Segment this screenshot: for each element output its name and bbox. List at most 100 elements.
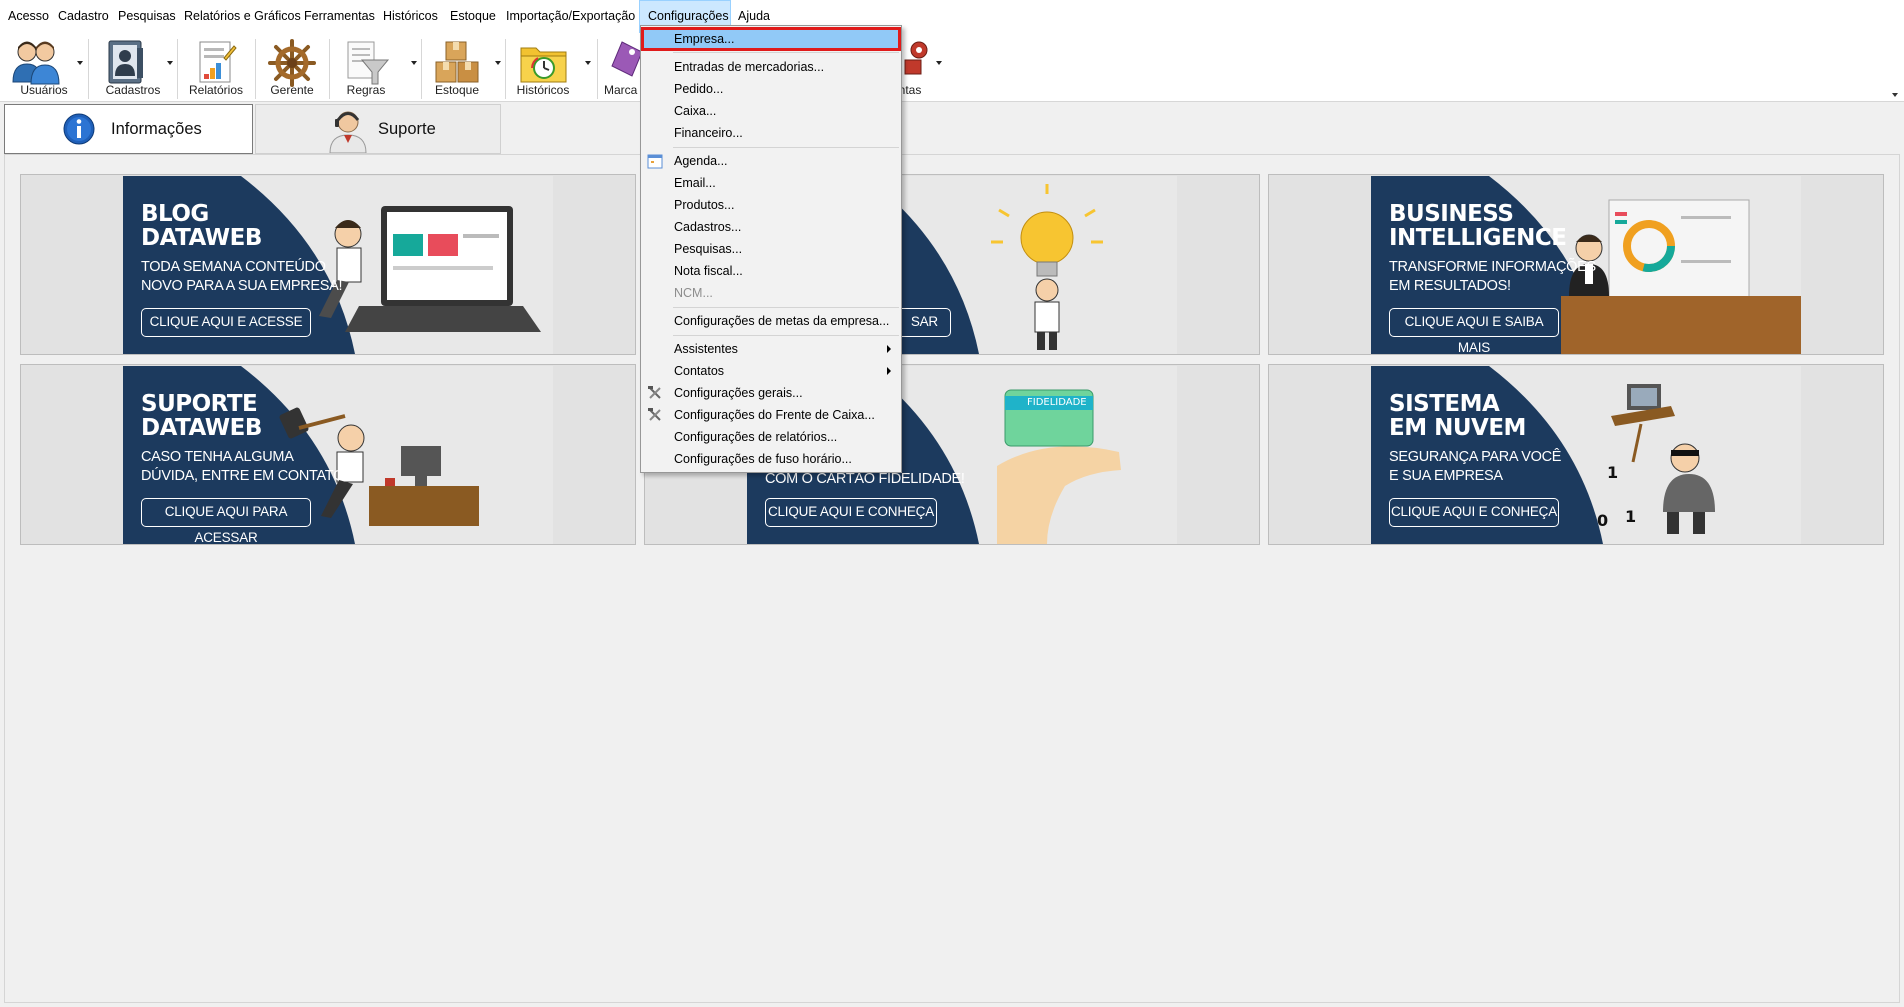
submenu-arrow-icon xyxy=(887,367,891,375)
menuitem-configuracoes-de-relatorios[interactable]: Configurações de relatórios... xyxy=(642,426,900,448)
marcas-label: Marca xyxy=(604,83,638,97)
dropdown-arrow-icon[interactable] xyxy=(411,61,417,65)
calendar-icon xyxy=(647,153,663,169)
menuitem-cadastros[interactable]: Cadastros... xyxy=(642,216,900,238)
toolbar: Usuários Cadastros Relatórios Gerente Re… xyxy=(0,33,1904,102)
menu-acesso[interactable]: Acesso xyxy=(0,0,57,33)
menuitem-assistentes[interactable]: Assistentes xyxy=(642,338,900,360)
toolbar-overflow-icon[interactable] xyxy=(1892,93,1898,97)
fidelidade-card-label: FIDELIDADE xyxy=(1027,397,1087,408)
banner-sistema-em-nuvem[interactable]: 1 0 1 SISTEMA EM NUVEM SEGURANÇA PARA VO… xyxy=(1268,364,1884,545)
menuitem-email[interactable]: Email... xyxy=(642,172,900,194)
menu-cadastro[interactable]: Cadastro xyxy=(50,0,117,33)
menuitem-configuracoes-gerais[interactable]: Configurações gerais... xyxy=(642,382,900,404)
banner-suporte-subtitle2: DÚVIDA, ENTRE EM CONTATO! xyxy=(141,468,348,484)
tab-informacoes[interactable]: Informações xyxy=(4,104,253,154)
banner-nuvem-button[interactable]: CLIQUE AQUI E CONHEÇA xyxy=(1389,498,1559,527)
menuitem-pesquisas[interactable]: Pesquisas... xyxy=(642,238,900,260)
tab-suporte-label: Suporte xyxy=(378,120,436,138)
banner-bi-button[interactable]: CLIQUE AQUI E SAIBA MAIS xyxy=(1389,308,1559,354)
banner-fidelidade-button[interactable]: CLIQUE AQUI E CONHEÇA xyxy=(765,498,937,527)
menuitem-configuracoes-de-fuso-horario[interactable]: Configurações de fuso horário... xyxy=(642,448,900,470)
banner-blog-art: BLOG DATAWEB TODA SEMANA CONTEÚDO NOVO P… xyxy=(123,176,553,354)
banner-blog-title2: DATAWEB xyxy=(141,225,262,251)
configuracoes-dropdown: Empresa... Entradas de mercadorias... Pe… xyxy=(640,25,902,473)
svg-text:0: 0 xyxy=(1597,511,1608,530)
cadastros-button[interactable]: Cadastros xyxy=(90,35,176,99)
dropdown-arrow-icon[interactable] xyxy=(495,61,501,65)
tab-suporte[interactable]: Suporte xyxy=(255,104,501,154)
menu-bar: Acesso Cadastro Pesquisas Relatórios e G… xyxy=(0,0,1904,33)
dropdown-arrow-icon[interactable] xyxy=(167,61,173,65)
gerente-label: Gerente xyxy=(270,83,314,97)
banner-suporte-art: SUPORTE DATAWEB CASO TENHA ALGUMA DÚVIDA… xyxy=(123,366,553,544)
usuarios-button[interactable]: Usuários xyxy=(2,35,86,99)
menu-separator xyxy=(673,307,899,308)
menuitem-contatos-label: Contatos xyxy=(674,364,725,378)
menu-ferramentas[interactable]: Ferramentas xyxy=(296,0,383,33)
menuitem-configuracoes-de-metas[interactable]: Configurações de metas da empresa... xyxy=(642,310,900,332)
banner-blog-subtitle2: NOVO PARA A SUA EMPRESA! xyxy=(141,278,343,294)
dropdown-arrow-icon[interactable] xyxy=(936,61,942,65)
banner-bi-title1: BUSINESS xyxy=(1389,201,1514,227)
banner-blog-title1: BLOG xyxy=(141,201,209,227)
menuitem-agenda[interactable]: Agenda... xyxy=(642,150,900,172)
banner-blog-button[interactable]: CLIQUE AQUI E ACESSE xyxy=(141,308,311,337)
relatorios-button[interactable]: Relatórios xyxy=(178,35,254,99)
menu-historicos[interactable]: Históricos xyxy=(375,0,446,33)
menuitem-nota-fiscal[interactable]: Nota fiscal... xyxy=(642,260,900,282)
info-icon xyxy=(63,113,95,148)
banner-suporte-title1: SUPORTE xyxy=(141,391,258,417)
menuitem-configuracoes-frente-de-caixa[interactable]: Configurações do Frente de Caixa... xyxy=(642,404,900,426)
menu-pesquisas[interactable]: Pesquisas xyxy=(110,0,184,33)
marcas-button[interactable]: Marca xyxy=(598,35,644,99)
banner-suporte[interactable]: SUPORTE DATAWEB CASO TENHA ALGUMA DÚVIDA… xyxy=(20,364,636,545)
banner-nuvem-subtitle1: SEGURANÇA PARA VOCÊ xyxy=(1389,449,1562,465)
menuitem-financeiro[interactable]: Financeiro... xyxy=(642,122,900,144)
regras-label: Regras xyxy=(346,83,386,97)
estoque-label: Estoque xyxy=(434,83,480,97)
menu-separator xyxy=(673,335,899,336)
banner-suporte-title2: DATAWEB xyxy=(141,415,262,441)
menu-importacao-exportacao[interactable]: Importação/Exportação xyxy=(498,0,643,33)
banner-nuvem-title2: EM NUVEM xyxy=(1389,415,1526,441)
historicos-label: Históricos xyxy=(516,83,570,97)
banner-suporte-button[interactable]: CLIQUE AQUI PARA ACESSAR xyxy=(141,498,311,544)
menu-separator xyxy=(673,147,899,148)
tab-informacoes-label: Informações xyxy=(111,120,202,138)
tools-icon xyxy=(647,407,663,423)
tools-gear-icon xyxy=(901,38,931,81)
estoque-button[interactable]: Estoque xyxy=(422,35,504,99)
regras-button[interactable]: Regras xyxy=(330,35,420,99)
gerente-button[interactable]: Gerente xyxy=(256,35,328,99)
menuitem-ncm: NCM... xyxy=(674,286,713,300)
menuitem-produtos[interactable]: Produtos... xyxy=(642,194,900,216)
menuitem-empresa[interactable]: Empresa... xyxy=(641,27,901,51)
menuitem-caixa[interactable]: Caixa... xyxy=(642,100,900,122)
banner-suporte-subtitle1: CASO TENHA ALGUMA xyxy=(141,449,294,465)
menuitem-assistentes-label: Assistentes xyxy=(674,342,738,356)
banner-bi-title2: INTELLIGENCE xyxy=(1389,225,1567,251)
support-agent-icon xyxy=(326,107,370,156)
dropdown-arrow-icon[interactable] xyxy=(77,61,83,65)
menuitem-configuracoes-frente-de-caixa-label: Configurações do Frente de Caixa... xyxy=(674,408,875,422)
toolbar-separator xyxy=(88,39,89,99)
menu-estoque[interactable]: Estoque xyxy=(442,0,504,33)
banner-bi-art: BUSINESS INTELLIGENCE TRANSFORME INFORMA… xyxy=(1371,176,1801,354)
menu-relatorios-e-graficos[interactable]: Relatórios e Gráficos xyxy=(176,0,309,33)
menuitem-pedido[interactable]: Pedido... xyxy=(642,78,900,100)
banner-bi-subtitle1: TRANSFORME INFORMAÇÕES xyxy=(1389,259,1596,275)
historicos-button[interactable]: Históricos xyxy=(506,35,594,99)
banner-business-intelligence[interactable]: BUSINESS INTELLIGENCE TRANSFORME INFORMA… xyxy=(1268,174,1884,355)
usuarios-label: Usuários xyxy=(20,83,68,97)
menu-separator xyxy=(673,52,899,53)
menuitem-contatos[interactable]: Contatos xyxy=(642,360,900,382)
tools-icon xyxy=(647,385,663,401)
menuitem-entradas-de-mercadorias[interactable]: Entradas de mercadorias... xyxy=(642,56,900,78)
dropdown-arrow-icon[interactable] xyxy=(585,61,591,65)
banner-blog[interactable]: BLOG DATAWEB TODA SEMANA CONTEÚDO NOVO P… xyxy=(20,174,636,355)
menuitem-agenda-label: Agenda... xyxy=(674,154,728,168)
svg-text:1: 1 xyxy=(1607,463,1618,482)
relatorios-label: Relatórios xyxy=(188,83,244,97)
banner-blog-subtitle1: TODA SEMANA CONTEÚDO xyxy=(141,259,326,275)
